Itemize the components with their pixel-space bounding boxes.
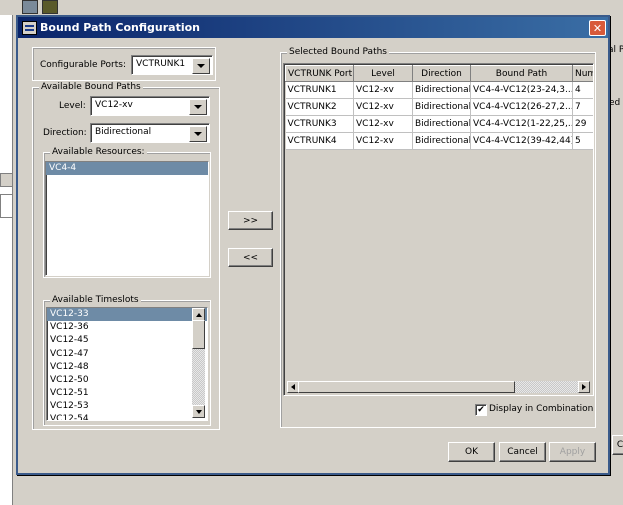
configurable-ports-select[interactable]: VCTRUNK1	[131, 55, 213, 75]
available-timeslots-list[interactable]: VC12-33 VC12-36 VC12-45 VC12-47 VC12-48 …	[46, 307, 208, 421]
chevron-down-icon[interactable]	[189, 99, 207, 115]
column-header-bound-path[interactable]: Bound Path	[470, 65, 573, 82]
list-item[interactable]: VC12-36	[47, 321, 207, 334]
table-cell: VC4-4-VC12(39-42,44)	[470, 132, 573, 150]
configurable-ports-value: VCTRUNK1	[136, 59, 186, 69]
arrow-up-icon	[195, 312, 202, 317]
close-icon: ✕	[592, 21, 603, 35]
table-cell: 7	[572, 98, 593, 116]
background-right-button[interactable]: C	[612, 435, 623, 455]
background-right-text: ed	[609, 98, 621, 108]
close-button[interactable]: ✕	[589, 20, 606, 36]
arrow-left-icon	[291, 384, 295, 390]
apply-button[interactable]: Apply	[549, 442, 596, 462]
table-cell: VC12-xv	[353, 98, 413, 116]
table-cell: Bidirectional	[412, 115, 471, 133]
background-toolbar-icon-1	[22, 0, 38, 14]
table-cell: 29	[572, 115, 593, 133]
display-combination-label: Display in Combination	[489, 404, 594, 414]
table-row[interactable]: VCTRUNK3 VC12-xv Bidirectional VC4-4-VC1…	[285, 115, 593, 133]
table-row[interactable]: VCTRUNK4 VC12-xv Bidirectional VC4-4-VC1…	[285, 132, 593, 150]
list-item[interactable]: VC4-4	[46, 162, 208, 176]
scroll-right-button[interactable]	[578, 381, 590, 393]
table-cell: VC12-xv	[353, 132, 413, 150]
scroll-down-button[interactable]	[192, 405, 205, 418]
app-icon	[22, 21, 37, 35]
available-bound-paths-title: Available Bound Paths	[39, 82, 143, 93]
list-item[interactable]: VC12-45	[47, 334, 207, 347]
level-select[interactable]: VC12-xv	[90, 96, 210, 116]
list-item[interactable]: VC12-51	[47, 387, 207, 400]
table-cell: Bidirectional	[412, 81, 471, 99]
table-cell: 5	[572, 132, 593, 150]
table-cell: VCTRUNK3	[285, 115, 354, 133]
cancel-button[interactable]: Cancel	[499, 442, 546, 462]
available-resources-title: Available Resources:	[50, 147, 147, 158]
table-cell: VCTRUNK2	[285, 98, 354, 116]
scroll-thumb[interactable]	[298, 381, 515, 393]
column-header-num[interactable]: Num	[572, 65, 593, 82]
level-label: Level:	[59, 101, 86, 111]
remove-button[interactable]: <<	[228, 248, 273, 267]
table-cell: Bidirectional	[412, 132, 471, 150]
list-item[interactable]: VC12-33	[47, 308, 207, 322]
direction-select[interactable]: Bidirectional	[90, 123, 210, 143]
selected-bound-paths-table[interactable]: VCTRUNK Port Level Direction Bound Path …	[285, 65, 593, 150]
list-item[interactable]: VC12-48	[47, 361, 207, 374]
table-cell: VC4-4-VC12(26-27,2...	[470, 98, 573, 116]
list-item[interactable]: VC12-54	[47, 414, 207, 420]
dialog-window: Bound Path Configuration ✕ Configurable …	[16, 15, 610, 475]
table-cell: VCTRUNK4	[285, 132, 354, 150]
available-timeslots-title: Available Timeslots	[50, 295, 141, 306]
selected-bound-paths-table-area: VCTRUNK Port Level Direction Bound Path …	[283, 63, 594, 396]
display-combination-checkbox[interactable]: ✔	[475, 404, 487, 416]
window-title: Bound Path Configuration	[40, 21, 200, 34]
background-left-scroll-arrow[interactable]	[0, 173, 13, 187]
ok-button[interactable]: OK	[448, 442, 495, 462]
background-left-field	[0, 194, 13, 218]
add-button[interactable]: >>	[228, 211, 273, 230]
list-item[interactable]: VC12-47	[47, 348, 207, 361]
table-cell: VCTRUNK1	[285, 81, 354, 99]
table-cell: 4	[572, 81, 593, 99]
background-toolbar-icon-2	[42, 0, 58, 14]
table-cell: Bidirectional	[412, 98, 471, 116]
chevron-down-icon[interactable]	[189, 126, 207, 142]
direction-label: Direction:	[43, 128, 87, 138]
scroll-thumb[interactable]	[192, 320, 205, 349]
configurable-ports-label: Configurable Ports:	[40, 60, 126, 70]
table-cell: VC12-xv	[353, 115, 413, 133]
table-row[interactable]: VCTRUNK2 VC12-xv Bidirectional VC4-4-VC1…	[285, 98, 593, 116]
list-item[interactable]: VC12-50	[47, 374, 207, 387]
list-item[interactable]: VC12-53	[47, 400, 207, 413]
available-resources-list[interactable]: VC4-4	[45, 161, 209, 276]
selected-bound-paths-title: Selected Bound Paths	[287, 47, 389, 58]
arrow-down-icon	[195, 409, 202, 414]
table-cell: VC4-4-VC12(1-22,25,...	[470, 115, 573, 133]
level-value: VC12-xv	[95, 100, 133, 110]
chevron-down-icon[interactable]	[192, 58, 210, 74]
table-row[interactable]: VCTRUNK1 VC12-xv Bidirectional VC4-4-VC1…	[285, 81, 593, 99]
checkmark-icon: ✔	[477, 404, 485, 415]
arrow-right-icon	[582, 384, 586, 390]
column-header-level[interactable]: Level	[353, 65, 413, 82]
direction-value: Bidirectional	[95, 127, 152, 137]
title-bar[interactable]: Bound Path Configuration ✕	[18, 17, 608, 38]
table-cell: VC12-xv	[353, 81, 413, 99]
timeslots-scrollbar[interactable]	[192, 308, 205, 418]
background-right-header: al P	[608, 45, 623, 55]
column-header-direction[interactable]: Direction	[412, 65, 471, 82]
column-header-port[interactable]: VCTRUNK Port	[285, 65, 354, 82]
table-horizontal-scrollbar[interactable]	[287, 381, 590, 393]
table-cell: VC4-4-VC12(23-24,3...	[470, 81, 573, 99]
background-left-panel	[0, 15, 13, 505]
